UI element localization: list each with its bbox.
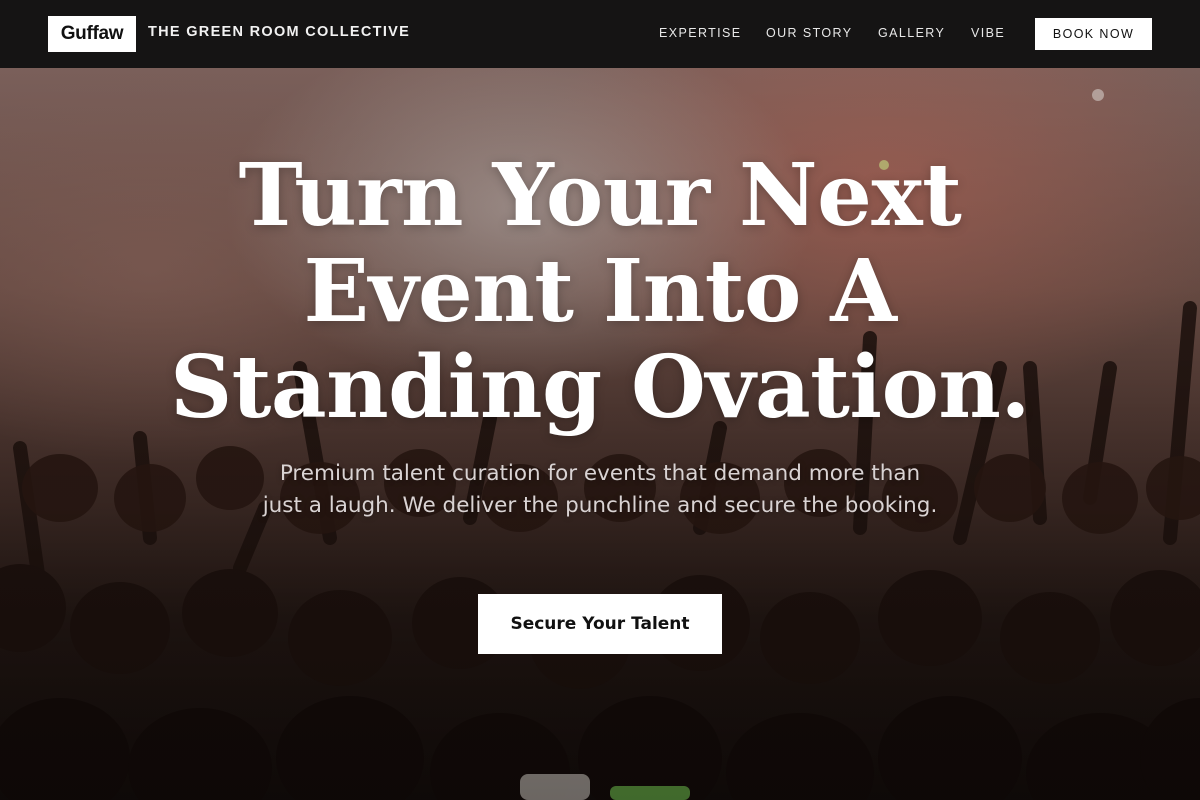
nav-item-expertise[interactable]: EXPERTISE — [659, 26, 742, 40]
logo[interactable]: Guffaw — [48, 16, 136, 52]
hero-subheadline: Premium talent curation for events that … — [262, 461, 938, 518]
nav-item-gallery[interactable]: GALLERY — [878, 26, 945, 40]
headline-line-1: Turn Your Next — [238, 145, 962, 246]
nav-item-our-story[interactable]: OUR STORY — [766, 26, 852, 40]
site-header: Guffaw THE GREEN ROOM COLLECTIVE EXPERTI… — [0, 0, 1200, 68]
hero-headline: Turn Your Next Event Into A Standing Ova… — [100, 148, 1100, 436]
nav-item-vibe[interactable]: VIBE — [971, 26, 1005, 40]
headline-line-2: Event Into A — [303, 241, 897, 342]
book-now-button[interactable]: BOOK NOW — [1035, 18, 1152, 50]
brand-name[interactable]: THE GREEN ROOM COLLECTIVE — [148, 24, 410, 40]
headline-line-3: Standing Ovation. — [170, 337, 1030, 438]
hero-section: Turn Your Next Event Into A Standing Ova… — [0, 68, 1200, 800]
secure-talent-button[interactable]: Secure Your Talent — [478, 594, 722, 654]
